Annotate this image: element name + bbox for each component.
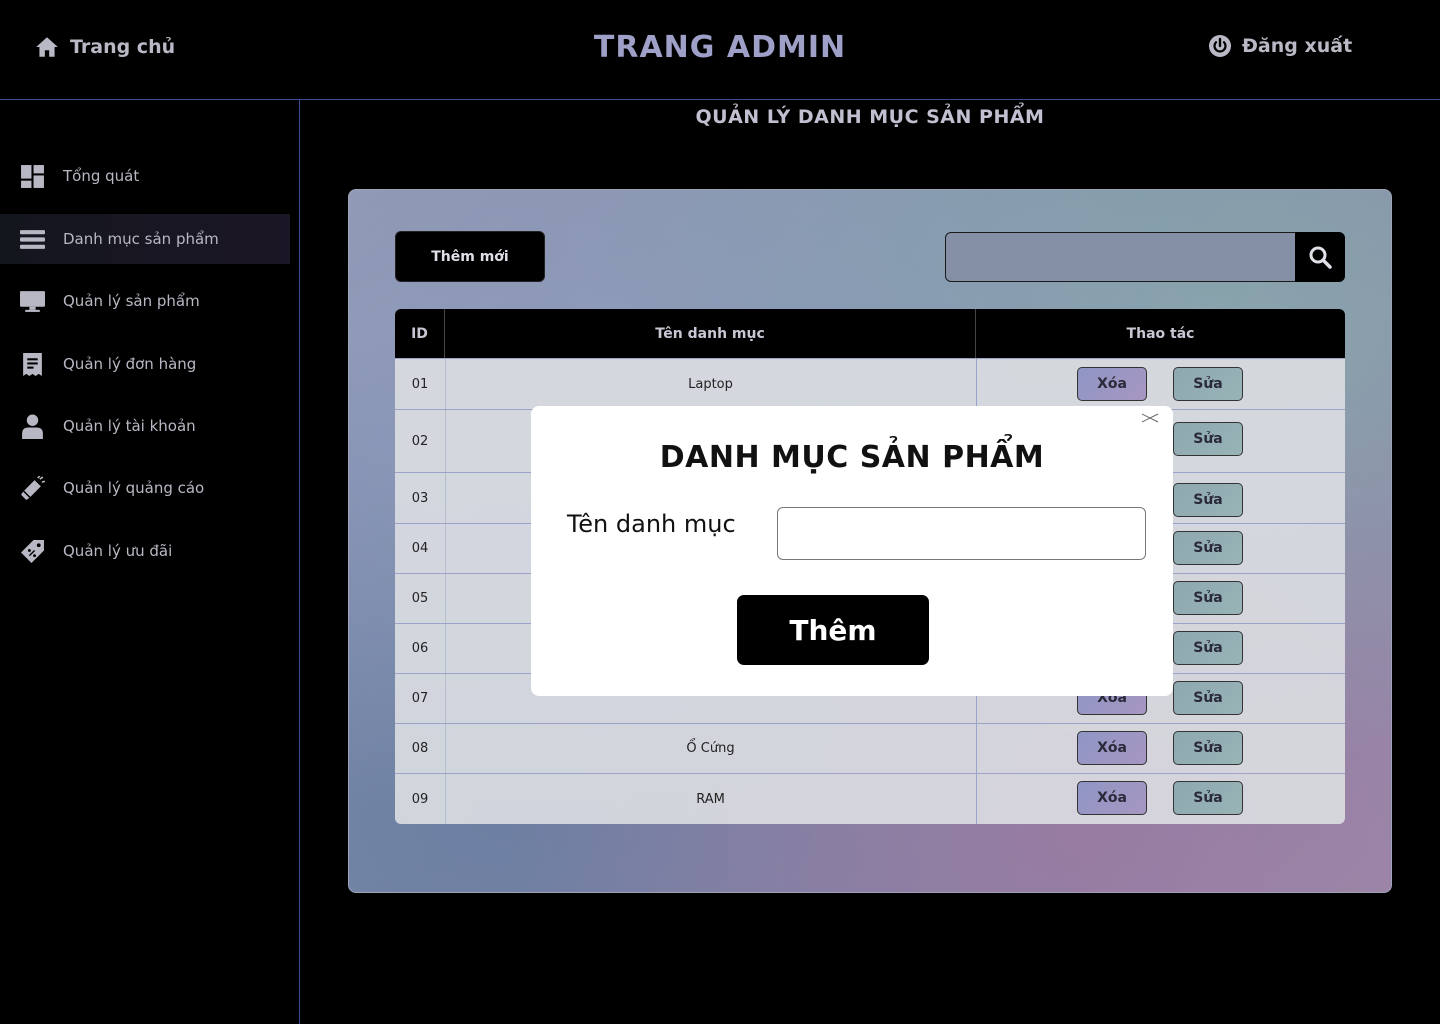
cell-actions: Xóa Sửa [976,724,1345,773]
edit-button[interactable]: Sửa [1173,367,1243,401]
sidebar-item-label: Quản lý đơn hàng [63,355,197,373]
discount-tag-icon [21,539,44,563]
megaphone-icon [21,475,45,500]
add-category-submit-button[interactable]: Thêm [737,595,929,665]
delete-button[interactable]: Xóa [1077,731,1147,765]
sidebar-item-label: Quản lý sản phẩm [63,292,200,310]
add-new-button[interactable]: Thêm mới [395,231,545,282]
category-name-input[interactable] [777,507,1146,560]
cell-id: 05 [395,574,446,623]
category-modal: DANH MỤC SẢN PHẨM Tên danh mục Thêm [531,406,1173,696]
modal-close-button[interactable] [1140,410,1160,426]
list-icon [20,229,45,249]
sidebar-item-label: Quản lý ưu đãi [63,542,173,560]
column-header-actions: Thao tác [1126,325,1195,342]
cell-id: 04 [395,524,446,573]
receipt-icon [23,352,42,376]
close-icon [1141,413,1159,423]
edit-button[interactable]: Sửa [1173,731,1243,765]
search-icon [1309,246,1332,269]
sidebar-item-label: Quản lý quảng cáo [63,479,205,497]
cell-category-name: Laptop [445,359,977,409]
top-header: Trang chủ TRANG ADMIN Đăng xuất [0,0,1440,100]
sidebar: Tổng quát Danh mục sản phẩm Quản lý sản … [0,100,300,1024]
cell-id: 01 [395,359,446,409]
sidebar-item-products[interactable]: Quản lý sản phẩm [0,276,290,326]
edit-button[interactable]: Sửa [1173,422,1243,456]
edit-button[interactable]: Sửa [1173,681,1243,715]
cell-category-name: RAM [445,774,977,824]
user-icon [22,414,43,439]
cell-id: 06 [395,624,446,673]
delete-button[interactable]: Xóa [1077,367,1147,401]
cell-actions: Xóa Sửa [976,774,1345,824]
power-icon [1209,35,1231,57]
sidebar-item-label: Quản lý tài khoản [63,417,196,435]
search-button[interactable] [1295,232,1345,282]
table-row: 09 RAM Xóa Sửa [395,773,1345,824]
column-header-id: ID [395,309,445,358]
cell-category-name: Ổ Cứng [445,724,977,773]
cell-id: 07 [395,674,446,723]
sidebar-item-overview[interactable]: Tổng quát [0,151,290,201]
table-row: 01 Laptop Xóa Sửa [395,358,1345,409]
cell-id: 02 [395,410,446,472]
logout-label: Đăng xuất [1242,35,1353,57]
edit-button[interactable]: Sửa [1173,581,1243,615]
section-title: QUẢN LÝ DANH MỤC SẢN PHẨM [695,106,1045,128]
logout-link[interactable]: Đăng xuất [1208,34,1352,58]
cell-actions: Xóa Sửa [976,359,1345,409]
sidebar-item-categories[interactable]: Danh mục sản phẩm [0,214,290,264]
cell-id: 08 [395,724,446,773]
cell-id: 03 [395,473,446,523]
sidebar-item-accounts[interactable]: Quản lý tài khoản [0,401,290,451]
sidebar-item-ads[interactable]: Quản lý quảng cáo [0,463,290,513]
edit-button[interactable]: Sửa [1173,531,1243,565]
edit-button[interactable]: Sửa [1173,631,1243,665]
sidebar-item-label: Tổng quát [63,167,140,185]
edit-button[interactable]: Sửa [1173,781,1243,815]
delete-button[interactable]: Xóa [1077,781,1147,815]
modal-title: DANH MỤC SẢN PHẨM [659,440,1045,475]
edit-button[interactable]: Sửa [1173,483,1243,517]
sidebar-item-promotions[interactable]: Quản lý ưu đãi [0,526,290,576]
sidebar-item-label: Danh mục sản phẩm [63,230,219,248]
sidebar-item-orders[interactable]: Quản lý đơn hàng [0,339,290,389]
column-header-name: Tên danh mục [445,309,976,358]
table-row: 08 Ổ Cứng Xóa Sửa [395,723,1345,773]
cell-id: 09 [395,774,446,824]
search-input[interactable] [945,232,1296,282]
table-header: ID Tên danh mục Thao tác [395,309,1345,358]
category-name-label: Tên danh mục [567,510,736,538]
monitor-icon [20,290,45,312]
dashboard-icon [21,164,44,188]
